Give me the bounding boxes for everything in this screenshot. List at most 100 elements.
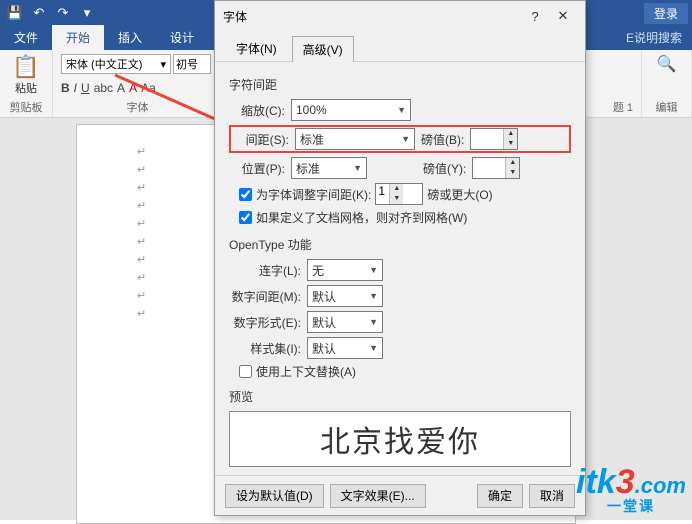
opentype-section: OpenType 功能 — [229, 236, 571, 253]
qat-dropdown-icon[interactable]: ▾ — [76, 2, 98, 24]
editing-group: 🔍 编辑 — [642, 50, 692, 117]
position-by-spinner[interactable]: ▲▼ — [472, 157, 520, 179]
font-dialog: 字体 ? ✕ 字体(N) 高级(V) 字符间距 缩放(C): 100%▼ 间距(… — [214, 0, 586, 516]
strikethrough-button[interactable]: abc — [94, 81, 113, 95]
spin-up-icon[interactable]: ▲ — [505, 158, 519, 168]
spin-down-icon[interactable]: ▼ — [389, 194, 403, 204]
tab-file[interactable]: 文件 — [0, 25, 52, 50]
dialog-titlebar: 字体 ? ✕ — [215, 1, 585, 31]
set-default-button[interactable]: 设为默认值(D) — [225, 484, 324, 508]
ligatures-combo[interactable]: 无▼ — [307, 259, 383, 281]
scale-label: 缩放(C): — [229, 102, 285, 119]
dialog-title: 字体 — [223, 8, 521, 25]
chevron-down-icon: ▼ — [401, 134, 410, 144]
kerning-input[interactable] — [376, 184, 389, 197]
dialog-body: 字符间距 缩放(C): 100%▼ 间距(S): 标准▼ 磅值(B): ▲▼ 位… — [215, 62, 585, 475]
num-form-value: 默认 — [312, 314, 336, 331]
spin-up-icon[interactable]: ▲ — [389, 184, 403, 194]
undo-icon[interactable]: ↶ — [28, 2, 50, 24]
position-label: 位置(P): — [229, 160, 285, 177]
position-by-input[interactable] — [473, 158, 505, 178]
font-color-button[interactable]: A — [129, 81, 137, 95]
kerning-spinner[interactable]: ▲▼ — [375, 183, 423, 205]
position-value: 标准 — [296, 160, 320, 177]
scale-combo[interactable]: 100%▼ — [291, 99, 411, 121]
contextual-alt-label: 使用上下文替换(A) — [256, 363, 356, 380]
tab-insert[interactable]: 插入 — [104, 25, 156, 50]
spin-up-icon[interactable]: ▲ — [503, 129, 517, 139]
ligatures-value: 无 — [312, 262, 324, 279]
italic-button[interactable]: I — [74, 81, 77, 95]
bold-button[interactable]: B — [61, 81, 70, 95]
num-spacing-value: 默认 — [312, 288, 336, 305]
kerning-suffix: 磅或更大(O) — [427, 186, 492, 203]
paste-icon: 📋 — [8, 54, 44, 80]
cancel-button[interactable]: 取消 — [529, 484, 575, 508]
spacing-combo[interactable]: 标准 ▼ — [295, 128, 415, 150]
position-combo[interactable]: 标准 ▼ — [291, 157, 367, 179]
text-effects-button[interactable]: 文字效果(E)... — [330, 484, 426, 508]
char-spacing-section: 字符间距 — [229, 76, 571, 93]
style-set-value: 默认 — [312, 340, 336, 357]
num-form-combo[interactable]: 默认 ▼ — [307, 311, 383, 333]
ok-button[interactable]: 确定 — [477, 484, 523, 508]
num-form-label: 数字形式(E): — [229, 314, 301, 331]
font-group-label: 字体 — [61, 99, 214, 115]
login-button[interactable]: 登录 — [644, 3, 688, 24]
tab-home[interactable]: 开始 — [52, 25, 104, 50]
preview-box: 北京找爱你 — [229, 411, 571, 467]
tab-font-basic[interactable]: 字体(N) — [225, 35, 288, 61]
redo-icon[interactable]: ↷ — [52, 2, 74, 24]
contextual-alt-checkbox[interactable] — [239, 365, 252, 378]
dialog-tabs: 字体(N) 高级(V) — [215, 31, 585, 62]
font-group: 宋体 (中文正文)▾ 初号 B I U abc A A Aa 字体 — [53, 50, 223, 117]
close-button[interactable]: ✕ — [549, 8, 577, 24]
watermark-logo: itk3.com 一堂课 — [576, 463, 686, 516]
style-set-label: 样式集(I): — [229, 340, 301, 357]
chevron-down-icon: ▼ — [369, 265, 378, 275]
num-spacing-label: 数字间距(M): — [229, 288, 301, 305]
spacing-value: 标准 — [300, 131, 324, 148]
spacing-label: 间距(S): — [233, 131, 289, 148]
style-set-combo[interactable]: 默认 ▼ — [307, 337, 383, 359]
clipboard-group-label: 剪贴板 — [8, 99, 44, 115]
spacing-by-label: 磅值(B): — [421, 131, 464, 148]
tab-font-advanced[interactable]: 高级(V) — [292, 36, 354, 62]
chevron-down-icon: ▼ — [369, 317, 378, 327]
preview-section: 预览 — [229, 388, 571, 405]
position-by-label: 磅值(Y): — [423, 160, 466, 177]
save-icon[interactable]: 💾 — [4, 2, 26, 24]
ligatures-label: 连字(L): — [229, 262, 301, 279]
font-size-combo[interactable]: 初号 — [173, 54, 211, 74]
find-icon[interactable]: 🔍 — [650, 54, 683, 74]
snap-grid-label: 如果定义了文档网格，则对齐到网格(W) — [256, 209, 467, 226]
editing-group-label: 编辑 — [650, 99, 683, 115]
chevron-down-icon: ▼ — [369, 343, 378, 353]
watermark-suffix: .com — [635, 473, 686, 498]
spacing-by-spinner[interactable]: ▲▼ — [470, 128, 518, 150]
font-name-value: 宋体 (中文正文) — [66, 56, 142, 72]
tab-design[interactable]: 设计 — [156, 25, 208, 50]
text-effects-button[interactable]: Aa — [141, 81, 156, 95]
tell-me-search[interactable]: E说明搜索 — [616, 25, 692, 50]
font-name-combo[interactable]: 宋体 (中文正文)▾ — [61, 54, 171, 74]
spin-down-icon[interactable]: ▼ — [503, 139, 517, 149]
spin-down-icon[interactable]: ▼ — [505, 168, 519, 178]
clipboard-group: 📋 粘贴 剪贴板 — [0, 50, 53, 117]
underline-button[interactable]: U — [81, 81, 90, 95]
dialog-footer: 设为默认值(D) 文字效果(E)... 确定 取消 — [215, 475, 585, 515]
chevron-down-icon: ▼ — [369, 291, 378, 301]
snap-grid-checkbox[interactable] — [239, 211, 252, 224]
chevron-down-icon: ▼ — [353, 163, 362, 173]
quick-access-toolbar: 💾 ↶ ↷ ▾ — [4, 2, 98, 24]
kerning-label: 为字体调整字间距(K): — [256, 186, 371, 203]
font-size-value: 初号 — [176, 56, 198, 72]
paste-button[interactable]: 📋 粘贴 — [8, 54, 44, 96]
highlight-button[interactable]: A — [117, 81, 125, 95]
help-button[interactable]: ? — [521, 9, 549, 24]
spacing-by-input[interactable] — [471, 129, 503, 149]
num-spacing-combo[interactable]: 默认 ▼ — [307, 285, 383, 307]
kerning-checkbox[interactable] — [239, 188, 252, 201]
chevron-down-icon: ▼ — [397, 105, 406, 115]
spacing-row-highlighted: 间距(S): 标准▼ 磅值(B): ▲▼ — [229, 125, 571, 153]
